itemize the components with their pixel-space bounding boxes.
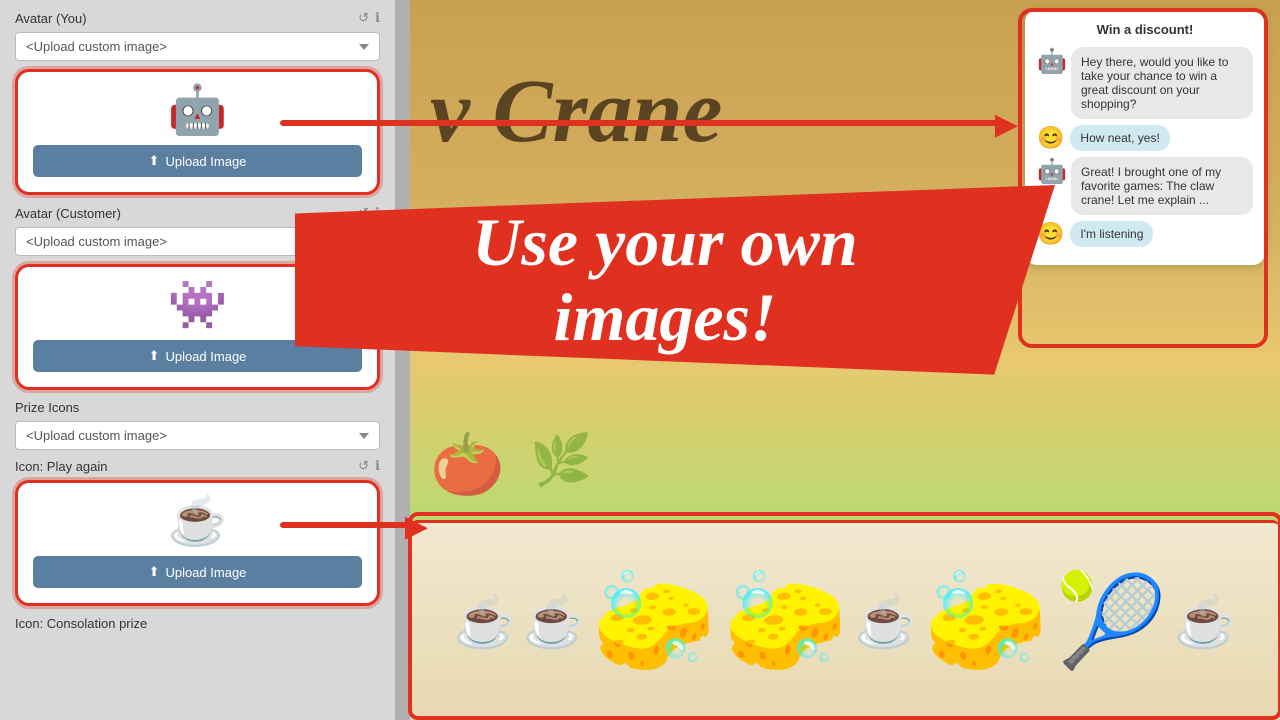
game-item-tea-3: ☕: [855, 597, 917, 647]
avatar-customer-icon: 👾: [168, 282, 228, 330]
avatar-you-upload-button[interactable]: ⬆ Upload Image: [33, 145, 362, 177]
chat-title: Win a discount!: [1037, 22, 1253, 37]
chat-row-1: 🤖 Hey there, would you like to take your…: [1037, 47, 1253, 119]
avatar-you-dropdown[interactable]: <Upload custom image>: [15, 32, 380, 61]
info-icon-2[interactable]: ℹ: [375, 205, 380, 221]
play-again-icon: ☕: [168, 498, 228, 546]
game-title: v Crane: [430, 60, 723, 163]
icon-consolation-label: Icon: Consolation prize: [15, 616, 147, 631]
avatar-you-upload-card: 🤖 ⬆ Upload Image: [15, 69, 380, 195]
game-item-sponge3: 🧽: [924, 572, 1049, 672]
avatar-you-controls: ↺ ℹ: [358, 10, 380, 26]
game-items: ☕ ☕ 🧽 🧽 ☕ 🧽 🎾 ☕: [410, 523, 1280, 720]
upload-icon-3: ⬆: [149, 564, 160, 580]
chat-bot-avatar-1: 🤖: [1037, 47, 1065, 76]
avatar-you-icon: 🤖: [168, 87, 228, 135]
chat-row-3: 🤖 Great! I brought one of my favorite ga…: [1037, 157, 1253, 215]
prize-icons-header: Prize Icons: [15, 400, 380, 415]
avatar-customer-header: Avatar (Customer) ↺ ℹ: [15, 205, 380, 221]
chat-user-avatar-2: 😊: [1037, 221, 1064, 247]
icon-play-again-label: Icon: Play again: [15, 459, 108, 474]
arrow-to-game: ▶: [280, 522, 410, 528]
chat-message-2: How neat, yes!: [1070, 125, 1169, 151]
avatar-customer-controls: ↺ ℹ: [358, 205, 380, 221]
avatar-customer-upload-card: 👾 ⬆ Upload Image: [15, 264, 380, 390]
chat-row-2: 😊 How neat, yes!: [1037, 125, 1253, 151]
avatar-you-header: Avatar (You) ↺ ℹ: [15, 10, 380, 26]
game-item-sponge2: 🧽: [723, 572, 848, 672]
icon-consolation-header: Icon: Consolation prize: [15, 616, 380, 631]
avatar-customer-upload-button[interactable]: ⬆ Upload Image: [33, 340, 362, 372]
game-strip: ☕ ☕ 🧽 🧽 ☕ 🧽 🎾 ☕: [410, 520, 1280, 720]
arrow-to-chat: ▶: [280, 120, 1000, 126]
play-again-upload-card: ☕ ⬆ Upload Image: [15, 480, 380, 606]
game-item-tea-2: ☕: [523, 597, 585, 647]
icon-play-again-header: Icon: Play again ↺ ℹ: [15, 458, 380, 474]
reset-icon-3[interactable]: ↺: [358, 458, 369, 474]
prize-icons-label: Prize Icons: [15, 400, 79, 415]
chat-user-avatar-1: 😊: [1037, 125, 1064, 151]
upload-icon-2: ⬆: [149, 348, 160, 364]
reset-icon[interactable]: ↺: [358, 10, 369, 26]
avatar-customer-input[interactable]: [15, 227, 380, 256]
game-item-sponge1: 🧽: [592, 572, 717, 672]
game-item-ball: 🎾: [1055, 577, 1167, 667]
chat-message-4: I'm listening: [1070, 221, 1153, 247]
chat-row-4: 😊 I'm listening: [1037, 221, 1253, 247]
game-item-tea-4: ☕: [1174, 597, 1236, 647]
prize-icons-dropdown[interactable]: <Upload custom image>: [15, 421, 380, 450]
info-icon-3[interactable]: ℹ: [375, 458, 380, 474]
chat-message-3: Great! I brought one of my favorite game…: [1071, 157, 1253, 215]
chat-panel: Win a discount! 🤖 Hey there, would you l…: [1025, 10, 1265, 265]
avatar-customer-label: Avatar (Customer): [15, 206, 121, 221]
chat-message-1: Hey there, would you like to take your c…: [1071, 47, 1253, 119]
sidebar-panel: Avatar (You) ↺ ℹ <Upload custom image> 🤖…: [0, 0, 395, 720]
play-again-upload-button[interactable]: ⬆ Upload Image: [33, 556, 362, 588]
upload-icon-1: ⬆: [149, 153, 160, 169]
reset-icon-2[interactable]: ↺: [358, 205, 369, 221]
chat-bot-avatar-2: 🤖: [1037, 157, 1065, 186]
game-item-tea-1: ☕: [453, 597, 515, 647]
info-icon[interactable]: ℹ: [375, 10, 380, 26]
avatar-you-label: Avatar (You): [15, 11, 87, 26]
